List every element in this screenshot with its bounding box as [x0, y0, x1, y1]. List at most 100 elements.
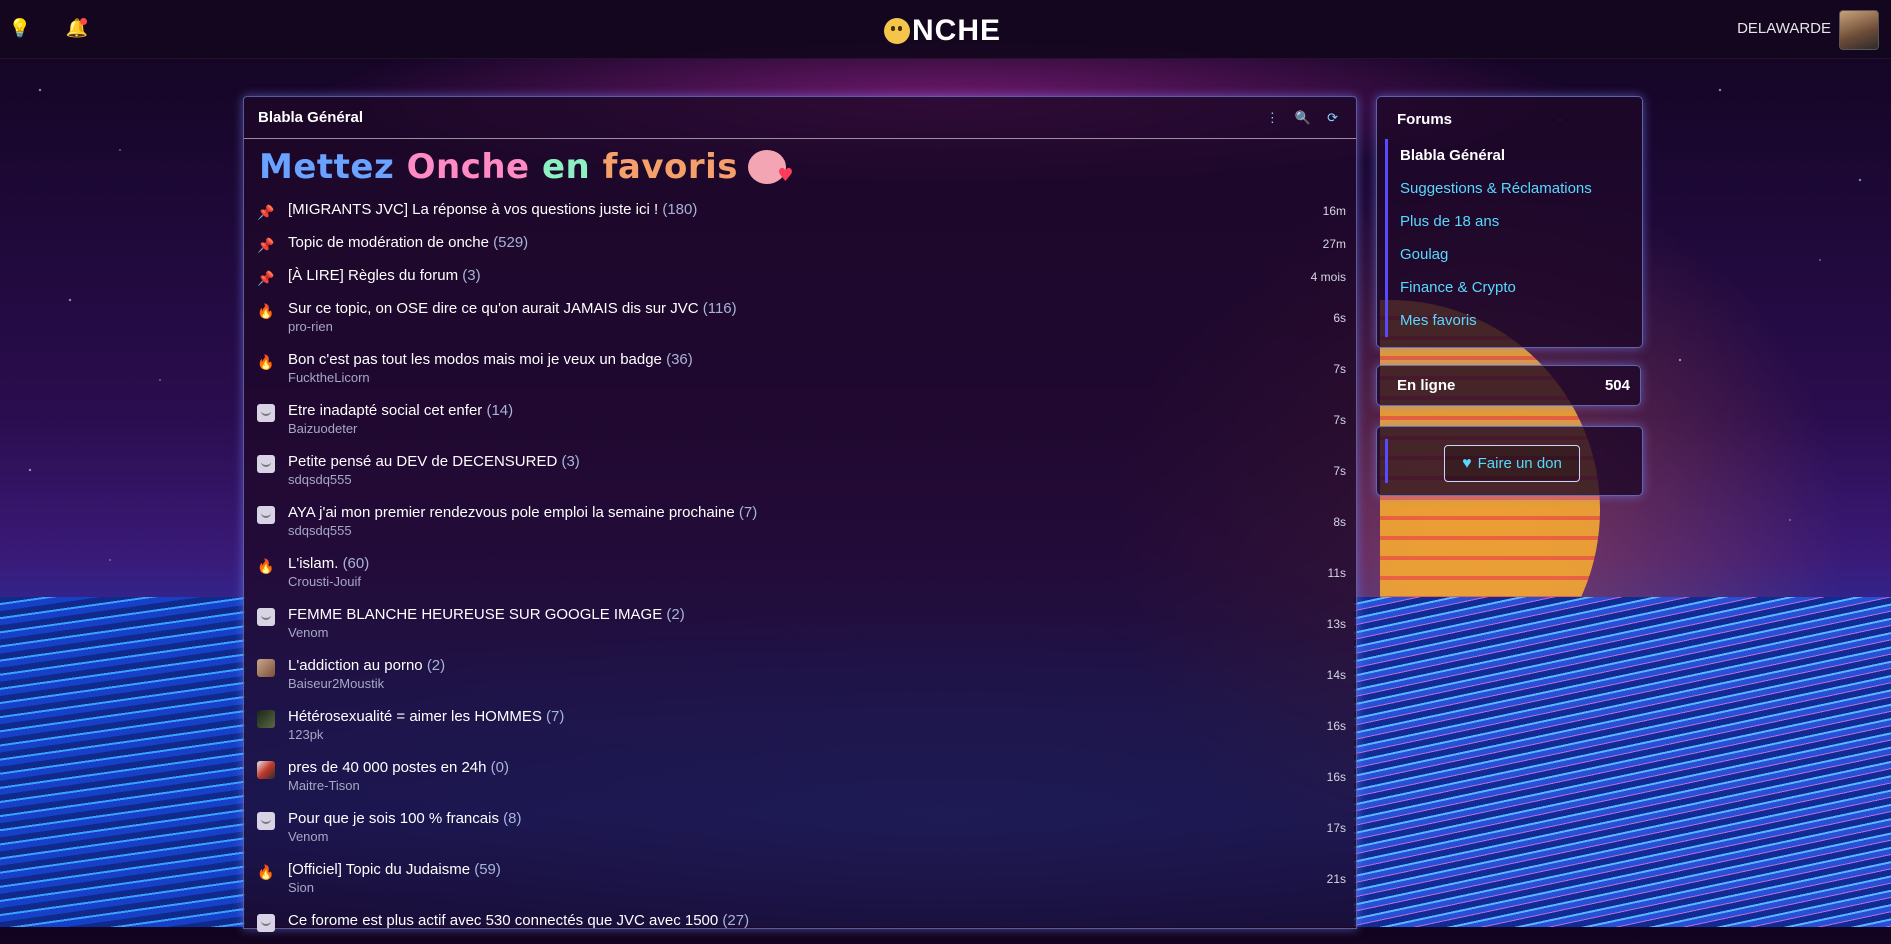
topic-row[interactable]: 🔥 [Officiel] Topic du Judaisme (59) Sion 21… — [244, 860, 1356, 911]
lightbulb-icon[interactable]: 💡 — [8, 16, 32, 40]
topic-author[interactable]: 123pk — [288, 726, 1344, 743]
logo-text: NCHE — [912, 14, 1002, 47]
topic-time: 16m — [1322, 204, 1346, 218]
topic-title[interactable]: Petite pensé au DEV de DECENSURED (3) — [288, 452, 1344, 471]
topic-title-text: Topic de modération de onche — [288, 234, 489, 251]
topic-title[interactable]: L'addiction au porno (2) — [288, 656, 1344, 675]
topic-body: L'islam. (60) Crousti-Jouif — [288, 554, 1344, 590]
topic-title[interactable]: FEMME BLANCHE HEUREUSE SUR GOOGLE IMAGE … — [288, 605, 1344, 624]
sidebar-item-forum[interactable]: Finance & Crypto — [1400, 271, 1592, 304]
topic-author[interactable]: Sion — [288, 879, 1344, 896]
topic-row[interactable]: Petite pensé au DEV de DECENSURED (3) sdq… — [244, 452, 1356, 503]
topic-title[interactable]: Topic de modération de onche (529) — [288, 233, 1344, 252]
topic-reply-count: (7) — [738, 504, 758, 521]
flame-icon: 🔥 — [257, 302, 275, 319]
sidebar-item-forum[interactable]: Suggestions & Réclamations — [1400, 172, 1592, 205]
topic-icon — [256, 811, 276, 831]
topic-reply-count: (3) — [462, 267, 481, 284]
topic-title-text: pres de 40 000 postes en 24h — [288, 759, 487, 776]
topic-author[interactable]: Baizuodeter — [288, 420, 1344, 437]
topic-row[interactable]: AYA j'ai mon premier rendezvous pole emp… — [244, 503, 1356, 554]
forum-panel-header: Blabla Général ⋮ 🔍 ⟳ — [244, 97, 1356, 139]
flame-icon: 🔥 — [257, 863, 275, 880]
topic-author[interactable]: Venom — [288, 828, 1344, 845]
sidebar-item-forum[interactable]: Blabla Général — [1400, 139, 1592, 172]
topic-icon — [256, 403, 276, 423]
bell-icon[interactable]: 🔔 — [65, 16, 89, 40]
topic-author[interactable]: sdqsdq555 — [288, 471, 1344, 488]
topic-reply-count: (60) — [342, 555, 370, 572]
topic-title-text: [MIGRANTS JVC] La réponse à vos question… — [288, 201, 659, 218]
topic-title[interactable]: [MIGRANTS JVC] La réponse à vos question… — [288, 200, 1344, 219]
topic-row[interactable]: 🔥 L'islam. (60) Crousti-Jouif 11s — [244, 554, 1356, 605]
topic-row[interactable]: 📌 [MIGRANTS JVC] La réponse à vos questio… — [244, 200, 1356, 233]
forum-title: Blabla Général — [258, 109, 364, 126]
background-waves-right — [1354, 597, 1891, 927]
topic-row[interactable]: L'addiction au porno (2) Baiseur2Moustik 1… — [244, 656, 1356, 707]
topic-title[interactable]: [Officiel] Topic du Judaisme (59) — [288, 860, 1344, 879]
topic-title-text: Ce forome est plus actif avec 530 connec… — [288, 912, 719, 929]
topic-author[interactable]: Venom — [288, 624, 1344, 641]
topic-row[interactable]: 🔥 Bon c'est pas tout les modos mais moi j… — [244, 350, 1356, 401]
topic-row[interactable]: 📌 Topic de modération de onche (529) 27m — [244, 233, 1356, 266]
topic-row[interactable]: 📌 [À LIRE] Règles du forum (3) 4 mois — [244, 266, 1356, 299]
logo[interactable]: NCHE — [884, 14, 1001, 48]
topic-title-text: Sur ce topic, on OSE dire ce qu'on aurai… — [288, 300, 699, 317]
donate-button[interactable]: ♥ Faire un don — [1444, 445, 1580, 482]
topic-row[interactable]: Etre inadapté social cet enfer (14) Baizu… — [244, 401, 1356, 452]
topic-reply-count: (36) — [666, 351, 693, 368]
topic-title-text: [À LIRE] Règles du forum — [288, 267, 459, 284]
forum-list: Blabla Général Suggestions & Réclamations… — [1385, 139, 1592, 337]
sidebar-item-forum[interactable]: Mes favoris — [1400, 304, 1592, 337]
sidebar-item-forum[interactable]: Plus de 18 ans — [1400, 205, 1592, 238]
topic-author[interactable]: pro-rien — [288, 318, 1344, 335]
topic-body: pres de 40 000 postes en 24h (0) Maitre-T… — [288, 758, 1344, 794]
topic-title[interactable]: Pour que je sois 100 % francais (8) — [288, 809, 1344, 828]
topic-title-text: Petite pensé au DEV de DECENSURED — [288, 453, 558, 470]
topic-row[interactable]: Hétérosexualité = aimer les HOMMES (7) 12… — [244, 707, 1356, 758]
topic-author[interactable]: Crousti-Jouif — [288, 573, 1344, 590]
refresh-icon[interactable]: ⟳ — [1327, 110, 1338, 126]
topic-title[interactable]: Bon c'est pas tout les modos mais moi je… — [288, 350, 1344, 369]
topic-body: AYA j'ai mon premier rendezvous pole emp… — [288, 503, 1344, 539]
topic-title[interactable]: pres de 40 000 postes en 24h (0) — [288, 758, 1344, 777]
topic-title[interactable]: Hétérosexualité = aimer les HOMMES (7) — [288, 707, 1344, 726]
sidebar-item-forum[interactable]: Goulag — [1400, 238, 1592, 271]
pin-icon: 📌 — [257, 269, 275, 286]
topic-author[interactable]: Baiseur2Moustik — [288, 675, 1344, 692]
topic-time: 27m — [1322, 237, 1346, 251]
topic-title[interactable]: Etre inadapté social cet enfer (14) — [288, 401, 1344, 420]
smiley-icon — [257, 506, 275, 524]
topic-reply-count: (2) — [426, 657, 446, 674]
user-avatar — [257, 761, 275, 779]
topic-title-text: FEMME BLANCHE HEUREUSE SUR GOOGLE IMAGE — [288, 606, 663, 623]
topic-row[interactable]: Ce forome est plus actif avec 530 connec… — [244, 911, 1356, 944]
topic-row[interactable]: Pour que je sois 100 % francais (8) Venom… — [244, 809, 1356, 860]
topic-time: 11s — [1327, 566, 1346, 580]
avatar[interactable] — [1839, 10, 1879, 50]
favorites-banner[interactable]: Mettez Onche en favoris — [259, 147, 794, 187]
topic-title[interactable]: L'islam. (60) — [288, 554, 1344, 573]
topic-body: Petite pensé au DEV de DECENSURED (3) sdq… — [288, 452, 1344, 488]
smiley-icon — [257, 812, 275, 830]
topic-title[interactable]: AYA j'ai mon premier rendezvous pole emp… — [288, 503, 1344, 522]
donate-label: Faire un don — [1477, 455, 1562, 472]
smiley-icon — [257, 404, 275, 422]
topic-author[interactable]: FucktheLicorn — [288, 369, 1344, 386]
search-icon[interactable]: 🔍 — [1295, 110, 1311, 126]
topic-title[interactable]: Sur ce topic, on OSE dire ce qu'on aurai… — [288, 299, 1344, 318]
topic-title[interactable]: Ce forome est plus actif avec 530 connec… — [288, 911, 1344, 930]
topic-row[interactable]: 🔥 Sur ce topic, on OSE dire ce qu'on aura… — [244, 299, 1356, 350]
online-count: 504 — [1604, 377, 1630, 394]
topic-body: Topic de modération de onche (529) — [288, 233, 1344, 252]
forum-header-actions: ⋮ 🔍 ⟳ — [1266, 110, 1338, 126]
topic-title-text: L'addiction au porno — [288, 657, 423, 674]
topic-row[interactable]: FEMME BLANCHE HEUREUSE SUR GOOGLE IMAGE … — [244, 605, 1356, 656]
username[interactable]: DELAWARDE — [1737, 20, 1831, 37]
pin-icon: 📌 — [257, 236, 275, 253]
topic-author[interactable]: sdqsdq555 — [288, 522, 1344, 539]
topic-author[interactable]: Maitre-Tison — [288, 777, 1344, 794]
topic-title[interactable]: [À LIRE] Règles du forum (3) — [288, 266, 1344, 285]
topic-row[interactable]: pres de 40 000 postes en 24h (0) Maitre-T… — [244, 758, 1356, 809]
more-options-icon[interactable]: ⋮ — [1266, 110, 1279, 126]
